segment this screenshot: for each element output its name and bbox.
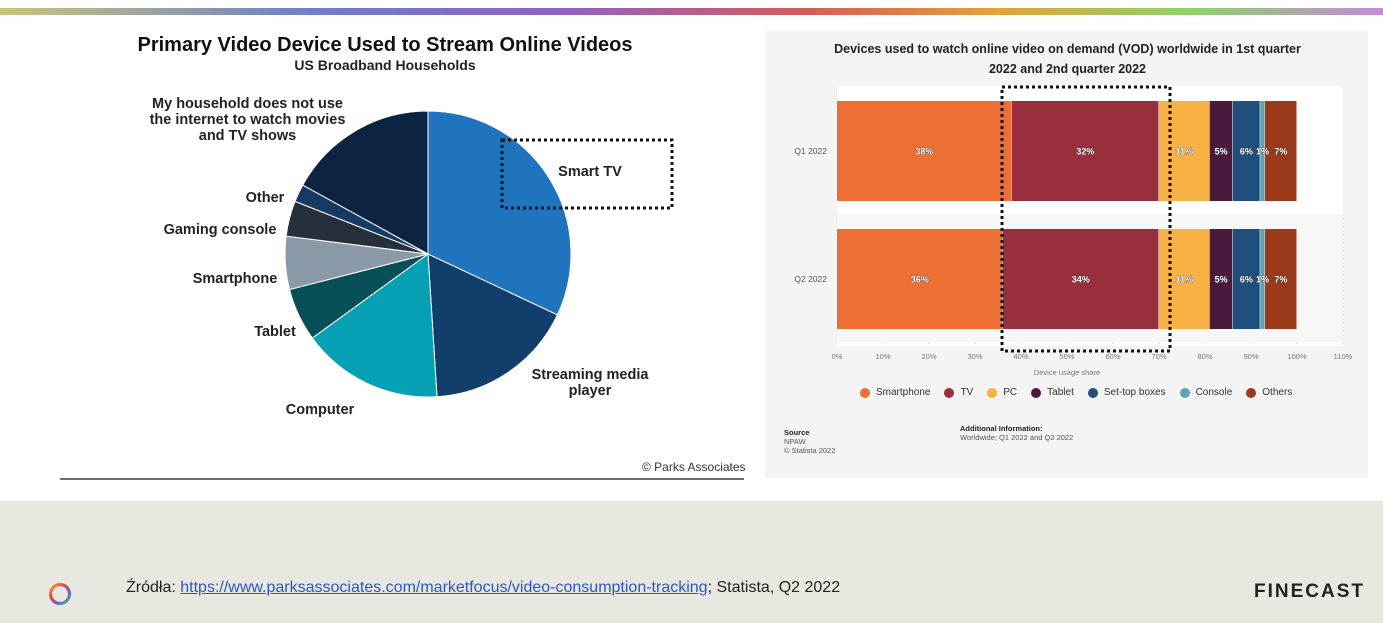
additional-info-block: Additional Information: Worldwide; Q1 20…: [960, 424, 1073, 442]
stacked-bar-chart: 38% 32% 11% 5% 6% 1% 7%36% 34% 11% 5% 6% 1% 7% Q1 20…: [794, 85, 1353, 377]
pie-copyright: © Parks Associates: [642, 460, 746, 474]
ring-logo-icon: [48, 582, 72, 606]
additional-info-text: Worldwide; Q1 2022 and Q2 2022: [960, 433, 1074, 442]
legend-label: Console: [1195, 387, 1233, 398]
bar-data-label: 5%: [1215, 275, 1228, 285]
bar-data-label: 11%: [1176, 275, 1194, 285]
legend-label: PC: [1003, 387, 1018, 398]
legend-item-tv[interactable]: TV: [944, 387, 973, 398]
source-label: Source: [784, 428, 810, 437]
bar-x-tick-label: 70%: [1151, 352, 1166, 361]
bar-x-tick-label: 0%: [832, 352, 843, 361]
bar-data-label: 1%: [1256, 275, 1269, 285]
parks-associates-link[interactable]: https://www.parksassociates.com/marketfo…: [180, 579, 707, 596]
pie-label-smart-tv: Smart TV: [558, 164, 622, 180]
legend-label: TV: [960, 387, 974, 398]
pie-chart-panel: Primary Video Device Used to Stream Onli…: [60, 28, 750, 480]
legend-label: Smartphone: [876, 387, 931, 398]
pie-label-smartphone: Smartphone: [192, 271, 278, 287]
legend-item-others[interactable]: Others: [1246, 387, 1292, 398]
bar-data-label: 11%: [1176, 147, 1194, 157]
legend-swatch: [987, 387, 998, 398]
pie-label-other: Other: [245, 190, 285, 206]
bar-chart-legend: Smartphone TV PC Tablet Set-top boxes Console…: [860, 387, 1292, 398]
bar-x-tick-label: 30%: [967, 352, 982, 361]
pie-label-streaming-media-player: Streaming media player: [531, 367, 649, 399]
pie-label-tablet: Tablet: [254, 324, 296, 340]
legend-item-console[interactable]: Console: [1179, 387, 1233, 398]
bar-data-label: 7%: [1274, 275, 1287, 285]
source-block: Source NPAW © Statista 2022: [784, 428, 835, 455]
finecast-brand: FINECAST: [1254, 581, 1365, 602]
bar-category-label: Q1 2022: [794, 146, 827, 156]
legend-item-set-top-boxes[interactable]: Set-top boxes: [1087, 387, 1166, 398]
legend-swatch: [1087, 387, 1098, 398]
pie-label-computer: Computer: [285, 402, 355, 418]
pie-divider-rule: [60, 478, 744, 480]
additional-info-label: Additional Information:: [960, 424, 1043, 433]
bar-x-tick-label: 100%: [1287, 352, 1307, 361]
bar-data-label: 38%: [915, 147, 933, 157]
legend-label: Tablet: [1047, 387, 1074, 398]
legend-swatch: [1179, 387, 1190, 398]
legend-item-tablet[interactable]: Tablet: [1031, 387, 1074, 398]
bar-data-label: 32%: [1076, 147, 1094, 157]
pie-label-my-household-does-not-use-the-: My household does not use the internet t…: [149, 96, 346, 144]
legend-item-smartphone[interactable]: Smartphone: [860, 387, 930, 398]
bar-x-tick-label: 20%: [921, 352, 936, 361]
sources-prefix: Źródła:: [126, 579, 181, 596]
legend-swatch: [1031, 387, 1042, 398]
legend-swatch: [1246, 387, 1257, 398]
bar-data-label: 5%: [1215, 147, 1228, 157]
legend-swatch: [860, 387, 870, 398]
bar-data-label: 1%: [1256, 147, 1269, 157]
legend-label: Set-top boxes: [1103, 387, 1166, 398]
bar-x-tick-label: 90%: [1243, 352, 1258, 361]
top-gradient-bar: [0, 8, 1383, 15]
source-line-1: NPAW: [784, 437, 806, 446]
footer: Źródła: https://www.parksassociates.com/…: [0, 501, 1383, 623]
bar-data-label: 6%: [1240, 147, 1253, 157]
bar-category-label: Q2 2022: [794, 274, 827, 284]
sources-suffix: ; Statista, Q2 2022: [707, 579, 841, 596]
bar-data-label: 34%: [1072, 275, 1090, 285]
bar-data-label: 36%: [911, 275, 929, 285]
legend-item-pc[interactable]: PC: [987, 387, 1017, 398]
bar-x-tick-label: 80%: [1197, 352, 1212, 361]
bar-chart-panel: Devices used to watch online video on de…: [765, 31, 1368, 478]
pie-label-gaming-console: Gaming console: [163, 222, 277, 238]
legend-label: Others: [1262, 387, 1293, 398]
bar-x-tick-label: 60%: [1105, 352, 1120, 361]
legend-swatch: [944, 387, 955, 398]
bar-x-tick-label: 50%: [1059, 352, 1074, 361]
bar-data-label: 7%: [1274, 147, 1287, 157]
bar-x-tick-label: 10%: [875, 352, 890, 361]
bar-x-axis-label: Device usage share: [1034, 368, 1100, 377]
source-line-2: © Statista 2022: [784, 446, 836, 455]
bar-x-tick-label: 40%: [1013, 352, 1028, 361]
bar-data-label: 6%: [1240, 275, 1253, 285]
sources-text: Źródła: https://www.parksassociates.com/…: [126, 579, 840, 597]
bar-x-tick-label: 110%: [1334, 352, 1353, 361]
